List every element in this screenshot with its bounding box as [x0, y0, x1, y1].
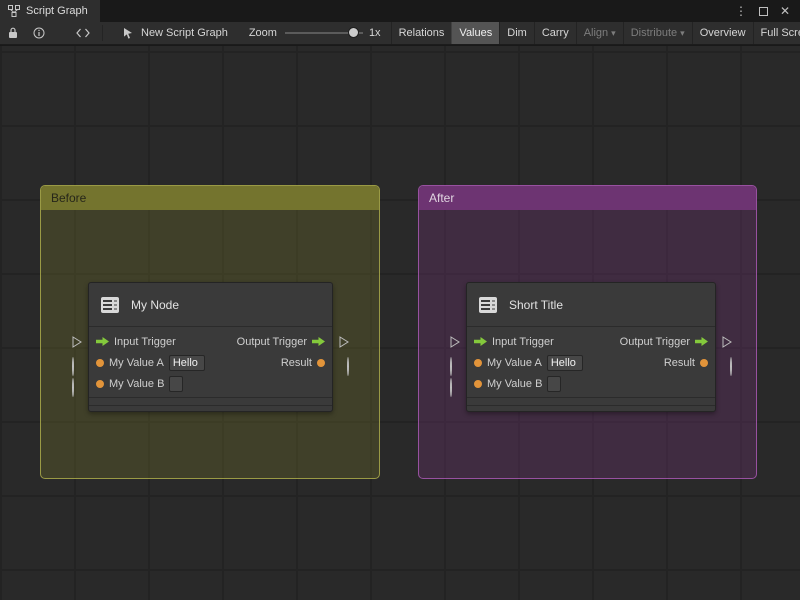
value-port-icon: [700, 358, 708, 367]
relations-button[interactable]: Relations: [390, 22, 452, 44]
tab-script-graph[interactable]: Script Graph: [0, 0, 100, 22]
value-b-label: My Value B: [109, 377, 165, 390]
output-trigger-port[interactable]: [339, 335, 349, 353]
trigger-arrow-icon: [96, 337, 109, 346]
chevron-down-icon: ▾: [680, 27, 685, 38]
graph-canvas[interactable]: Before After My Node Input Trigger Outpu…: [0, 46, 800, 600]
result-label: Result: [280, 356, 312, 369]
zoom-label: Zoom: [248, 27, 277, 39]
value-a-port[interactable]: [450, 357, 452, 376]
value-a-label: My Value A: [109, 356, 164, 369]
node-body: Input Trigger Output Trigger My Value A …: [467, 327, 715, 394]
value-a-input[interactable]: [546, 354, 583, 371]
value-b-label: My Value B: [487, 377, 543, 390]
node-body: Input Trigger Output Trigger My Value A …: [89, 327, 332, 394]
node-my-node-wrap: My Node Input Trigger Output Trigger My …: [72, 282, 349, 414]
align-dropdown[interactable]: Align ▾: [575, 22, 623, 44]
output-trigger-port[interactable]: [722, 335, 732, 353]
node-header[interactable]: My Node: [89, 283, 332, 327]
value-port-icon: [317, 358, 325, 367]
align-label: Align: [583, 27, 609, 39]
group-after-header[interactable]: After: [419, 186, 756, 210]
value-a-input[interactable]: [168, 354, 205, 371]
unit-icon: [101, 296, 119, 313]
value-b-port[interactable]: [72, 378, 74, 397]
close-icon[interactable]: ✕: [780, 4, 790, 18]
group-after-title: After: [429, 191, 455, 205]
overview-button[interactable]: Overview: [691, 22, 753, 44]
node-short-title-wrap: Short Title Input Trigger Output Trigger: [450, 282, 732, 414]
input-trigger-port[interactable]: [450, 335, 460, 353]
pointer-icon: [123, 22, 134, 44]
zoom-slider-handle[interactable]: [347, 27, 359, 38]
value-b-input[interactable]: [547, 375, 562, 392]
value-a-port[interactable]: [72, 357, 74, 376]
value-b-row: My Value B: [89, 373, 332, 394]
values-button[interactable]: Values: [451, 22, 500, 44]
script-graph-window: Script Graph ⋮ ✕ New Script Graph Zoom 1…: [0, 0, 800, 600]
code-view-icon[interactable]: [70, 22, 96, 44]
input-trigger-label: Input Trigger: [492, 335, 554, 348]
tab-label: Script Graph: [26, 5, 88, 17]
input-trigger-label: Input Trigger: [114, 335, 176, 348]
input-trigger-port[interactable]: [72, 335, 82, 353]
value-a-row: My Value A Result: [467, 352, 715, 373]
node-footer: [89, 398, 332, 406]
zoom-slider[interactable]: [284, 22, 363, 44]
tab-bar: Script Graph ⋮ ✕: [0, 0, 800, 22]
value-a-label: My Value A: [487, 356, 542, 369]
value-port-icon: [96, 358, 104, 367]
node-my-node[interactable]: My Node Input Trigger Output Trigger My …: [88, 282, 333, 412]
value-b-input[interactable]: [169, 375, 184, 392]
carry-button[interactable]: Carry: [533, 22, 576, 44]
value-port-icon: [474, 358, 482, 367]
graph-icon: [8, 5, 20, 17]
value-a-row: My Value A Result: [89, 352, 332, 373]
lock-icon[interactable]: [0, 22, 26, 44]
result-port[interactable]: [347, 357, 349, 376]
value-b-row: My Value B: [467, 373, 715, 394]
trigger-row: Input Trigger Output Trigger: [467, 331, 715, 352]
trigger-row: Input Trigger Output Trigger: [89, 331, 332, 352]
maximize-icon[interactable]: [758, 6, 768, 16]
info-icon[interactable]: [26, 22, 52, 44]
group-before-title: Before: [51, 191, 87, 205]
result-label: Result: [663, 356, 695, 369]
toolbar-divider: [102, 25, 103, 41]
group-before-header[interactable]: Before: [41, 186, 379, 210]
value-b-port[interactable]: [450, 378, 452, 397]
new-script-graph-button[interactable]: New Script Graph: [134, 22, 235, 44]
value-port-icon: [96, 379, 104, 388]
distribute-dropdown[interactable]: Distribute ▾: [622, 22, 692, 44]
output-trigger-label: Output Trigger: [619, 335, 690, 348]
output-trigger-label: Output Trigger: [236, 335, 307, 348]
graph-toolbar: New Script Graph Zoom 1x Relations Value…: [0, 22, 800, 45]
value-port-icon: [474, 379, 482, 388]
window-controls: ⋮ ✕: [735, 0, 800, 22]
unit-icon: [479, 296, 497, 313]
node-short-title[interactable]: Short Title Input Trigger Output Trigger: [466, 282, 716, 412]
kebab-menu-icon[interactable]: ⋮: [735, 4, 747, 18]
chevron-down-icon: ▾: [611, 27, 616, 38]
trigger-arrow-icon: [695, 337, 708, 346]
zoom-value: 1x: [368, 27, 381, 39]
result-port[interactable]: [730, 357, 732, 376]
distribute-label: Distribute: [630, 27, 678, 39]
trigger-arrow-icon: [312, 337, 325, 346]
node-title: Short Title: [509, 297, 564, 312]
node-title: My Node: [131, 297, 180, 312]
trigger-arrow-icon: [474, 337, 487, 346]
node-header[interactable]: Short Title: [467, 283, 715, 327]
node-footer: [467, 398, 715, 406]
fullscreen-button[interactable]: Full Screen: [752, 22, 800, 44]
dim-button[interactable]: Dim: [499, 22, 534, 44]
